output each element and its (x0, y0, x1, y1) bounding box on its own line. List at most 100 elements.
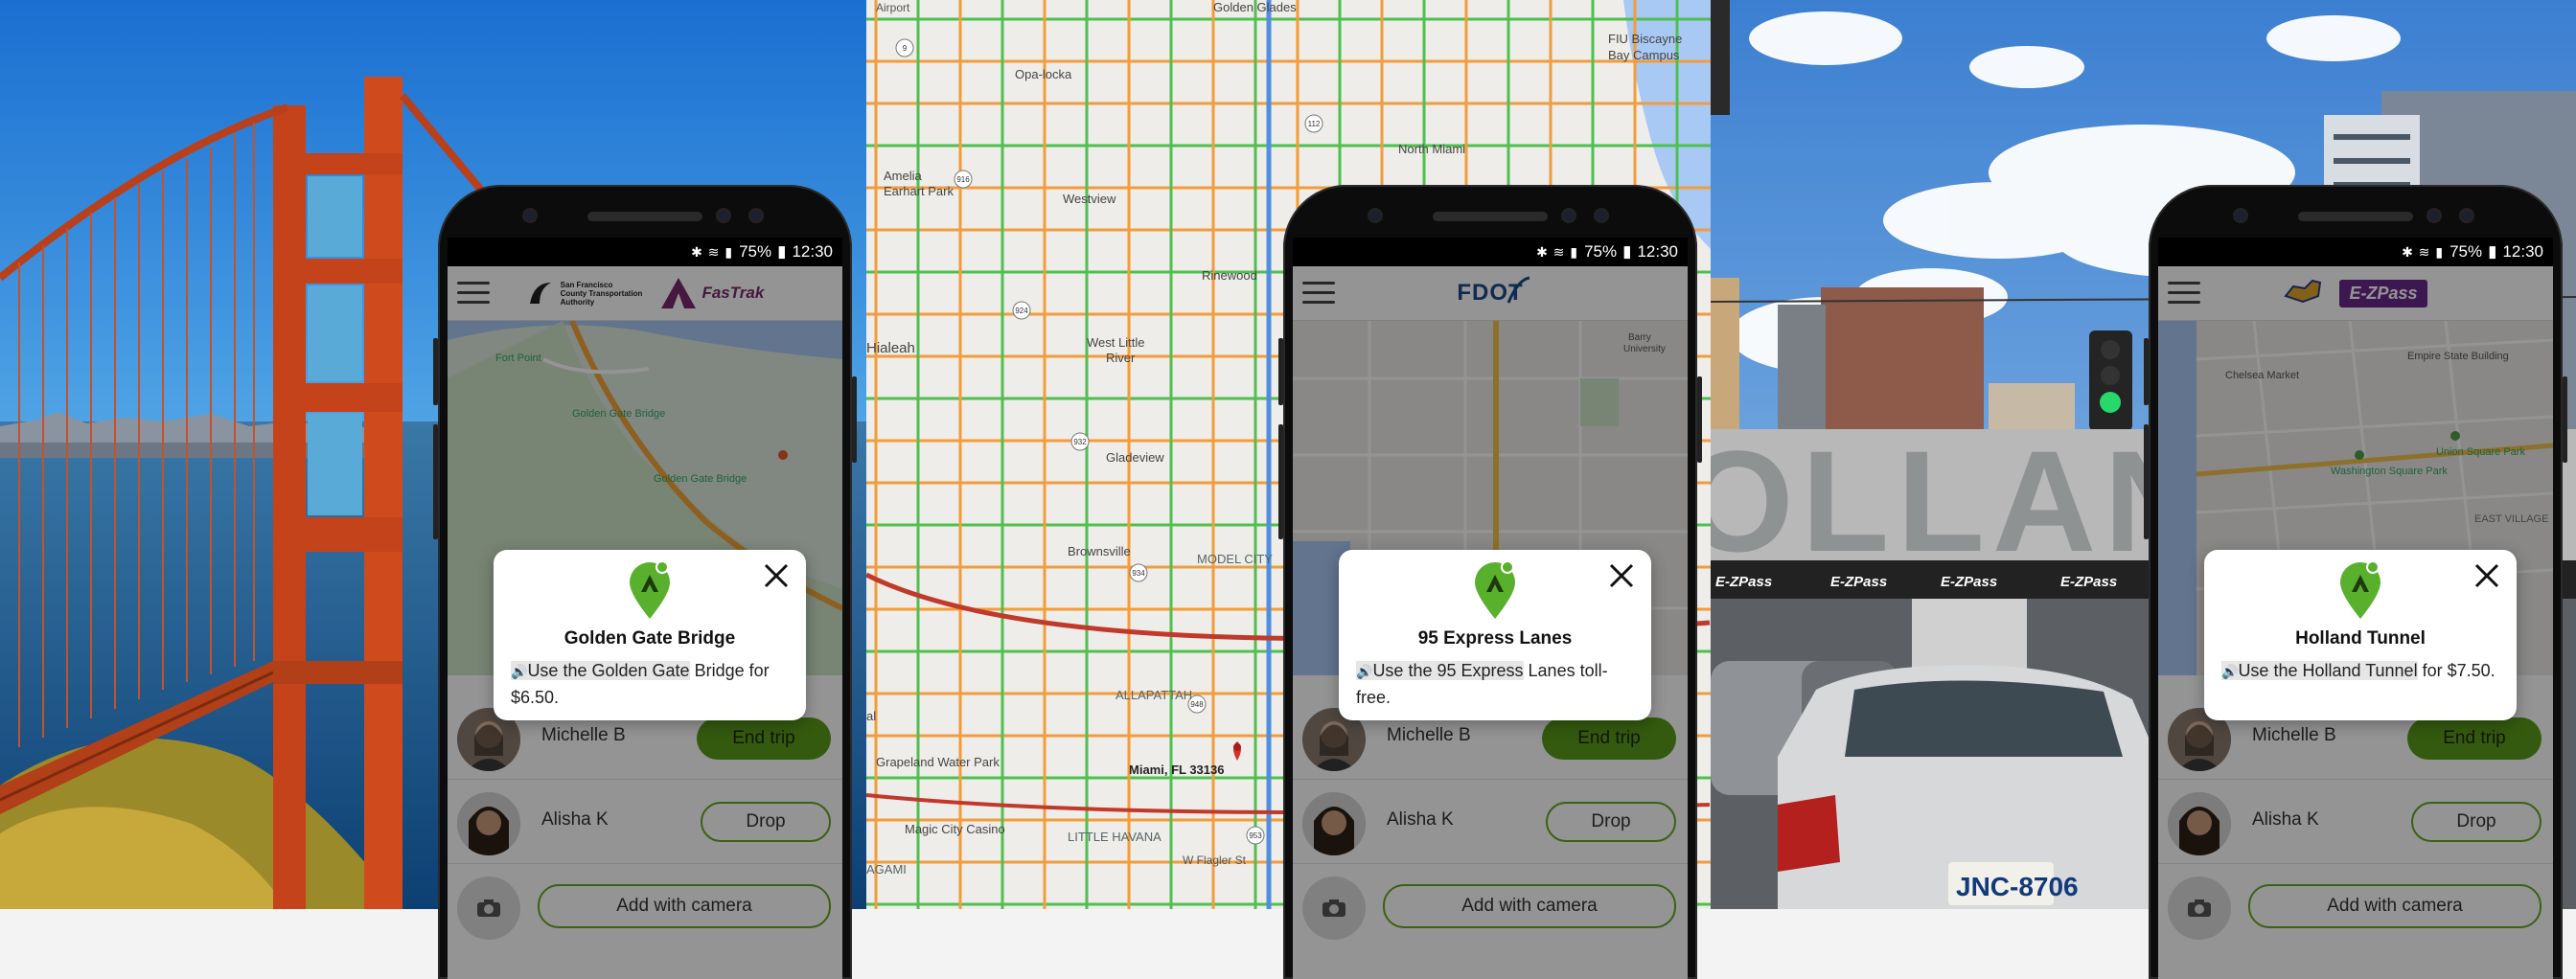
drop-button[interactable]: Drop (701, 802, 831, 842)
speaker-icon[interactable]: 🔊 (511, 664, 527, 679)
svg-text:Amelia: Amelia (884, 169, 923, 183)
svg-text:North Miami: North Miami (1398, 142, 1465, 156)
avatar (2168, 792, 2231, 855)
toll-pin-icon (2340, 560, 2380, 619)
svg-text:W Flagler St: W Flagler St (1183, 854, 1247, 867)
svg-text:Westview: Westview (1063, 192, 1116, 206)
battery-icon: ▮ (2488, 242, 2497, 261)
camera-row: Add with camera (448, 863, 842, 947)
toll-pin-icon (1475, 560, 1515, 619)
battery-level: 75% (1584, 242, 1618, 261)
popup-title: Holland Tunnel (2295, 628, 2426, 649)
camera-icon[interactable] (457, 877, 520, 940)
end-trip-button[interactable]: End trip (2407, 717, 2542, 760)
svg-text:Golden Glades: Golden Glades (1213, 0, 1297, 14)
svg-text:AGAMI: AGAMI (866, 862, 907, 877)
svg-text:Magic City Casino: Magic City Casino (905, 822, 1005, 836)
svg-text:River: River (1106, 351, 1136, 365)
svg-text:Bay Campus: Bay Campus (1608, 48, 1680, 62)
route-shield-label: 932 (1073, 438, 1087, 446)
speaker-icon[interactable]: 🔊 (1356, 664, 1372, 679)
toll-popup: 95 Express Lanes 🔊Use the 95 Express Lan… (1339, 550, 1651, 720)
close-icon[interactable] (762, 561, 791, 590)
battery-level: 75% (739, 242, 772, 261)
rider-name: Michelle B (541, 725, 626, 745)
camera-icon[interactable] (2168, 877, 2231, 940)
svg-text:Earhart Park: Earhart Park (884, 184, 954, 198)
status-bar: ✱ ≋ ▮ 75% ▮ 12:30 (448, 238, 842, 266)
route-shield-label: 934 (1132, 569, 1145, 578)
rider-sheet: Michelle B End trip Alisha K Drop Add wi… (1293, 675, 1688, 979)
add-with-camera-button[interactable]: Add with camera (538, 884, 831, 928)
fastrak-logo: FasTrak (659, 276, 764, 310)
phone-golden-gate: ✱ ≋ ▮ 75% ▮ 12:30 San Francisco County T… (433, 185, 857, 979)
ezpass-logo: E-ZPass (2339, 279, 2427, 307)
avatar (457, 792, 520, 855)
svg-text:E-ZPass: E-ZPass (2060, 574, 2117, 590)
battery-icon: ▮ (777, 242, 787, 261)
rider-row: Alisha K Drop (2158, 779, 2553, 864)
app-screen: ✱ ≋ ▮ 75% ▮ 12:30 E-ZPass Chelsea Market… (2158, 238, 2553, 979)
ny-state-logo (2284, 277, 2322, 310)
status-bar: ✱ ≋ ▮ 75% ▮ 12:30 (2158, 238, 2553, 266)
popup-message: 🔊Use the Holland Tunnel for $7.50. (2221, 661, 2496, 680)
add-with-camera-button[interactable]: Add with camera (2248, 884, 2542, 928)
speaker-icon[interactable]: 🔊 (2221, 664, 2238, 679)
end-trip-button[interactable]: End trip (697, 717, 831, 760)
svg-text:Gladeview: Gladeview (1106, 450, 1164, 465)
agency-logos: E-ZPass (2158, 272, 2553, 314)
phone-holland-tunnel: ✱ ≋ ▮ 75% ▮ 12:30 E-ZPass Chelsea Market… (2144, 185, 2567, 979)
drop-button[interactable]: Drop (2411, 802, 2542, 842)
route-shield-label: 948 (1190, 700, 1204, 709)
status-bar: ✱ ≋ ▮ 75% ▮ 12:30 (1293, 238, 1688, 266)
bluetooth-wifi-signal-icons: ✱ ≋ ▮ (691, 243, 734, 260)
svg-text:Empire State Building: Empire State Building (2407, 351, 2509, 362)
app-screen: ✱ ≋ ▮ 75% ▮ 12:30 San Francisco County T… (448, 238, 842, 979)
bluetooth-wifi-signal-icons: ✱ ≋ ▮ (2402, 243, 2445, 260)
svg-text:Fort Point: Fort Point (495, 353, 541, 364)
camera-row: Add with camera (2158, 863, 2553, 947)
agency-logos: San Francisco County Transportation Auth… (448, 272, 842, 314)
route-shield-label: 112 (1308, 120, 1321, 128)
app-screen: ✱ ≋ ▮ 75% ▮ 12:30 FDOT Barry University … (1293, 238, 1688, 979)
route-shield-label: 924 (1015, 307, 1028, 315)
svg-text:Hialeah: Hialeah (866, 340, 915, 356)
rider-name: Alisha K (541, 809, 609, 830)
svg-text:FIU Biscayne: FIU Biscayne (1608, 32, 1682, 46)
add-with-camera-button[interactable]: Add with camera (1383, 884, 1676, 928)
app-bar: San Francisco County Transportation Auth… (448, 266, 842, 321)
svg-text:Golden Gate Bridge: Golden Gate Bridge (654, 473, 747, 485)
drop-button[interactable]: Drop (1546, 802, 1676, 842)
svg-text:E-ZPass: E-ZPass (1715, 574, 1772, 590)
toll-popup: Golden Gate Bridge 🔊Use the Golden Gate … (494, 550, 806, 720)
close-icon[interactable] (2472, 561, 2501, 590)
svg-text:al: al (866, 709, 876, 723)
route-shield-label: 953 (1249, 831, 1262, 840)
agency-logos: FDOT (1293, 272, 1688, 314)
svg-text:Airport: Airport (876, 1, 910, 14)
route-shield-label: 916 (956, 175, 970, 184)
svg-text:E-ZPass: E-ZPass (1941, 574, 1997, 590)
svg-text:JNC-8706: JNC-8706 (1956, 872, 2079, 901)
rider-row: Alisha K Drop (1293, 779, 1688, 864)
end-trip-button[interactable]: End trip (1542, 717, 1676, 760)
rider-name: Michelle B (1387, 725, 1471, 745)
clock: 12:30 (792, 242, 833, 261)
svg-text:EAST VILLAGE: EAST VILLAGE (2474, 513, 2548, 525)
popup-message: 🔊Use the Golden Gate Bridge for $6.50. (511, 661, 770, 707)
close-icon[interactable] (1607, 561, 1636, 590)
app-bar: FDOT (1293, 266, 1688, 321)
svg-text:Rinewood: Rinewood (1202, 268, 1257, 283)
svg-text:Brownsville: Brownsville (1068, 544, 1131, 558)
svg-text:University: University (1623, 344, 1666, 354)
sfcta-logo: San Francisco County Transportation Auth… (526, 279, 642, 307)
svg-text:ALLAPATTAH: ALLAPATTAH (1116, 688, 1192, 702)
toll-popup: Holland Tunnel 🔊Use the Holland Tunnel f… (2204, 550, 2517, 720)
bluetooth-wifi-signal-icons: ✱ ≋ ▮ (1536, 243, 1579, 260)
svg-text:Miami, FL 33136: Miami, FL 33136 (1129, 763, 1224, 777)
svg-text:Barry: Barry (1628, 332, 1651, 343)
camera-row: Add with camera (1293, 863, 1688, 947)
rider-sheet: Michelle B End trip Alisha K Drop Add wi… (2158, 675, 2553, 979)
camera-icon[interactable] (1302, 877, 1366, 940)
svg-text:Union Square Park: Union Square Park (2436, 446, 2525, 458)
